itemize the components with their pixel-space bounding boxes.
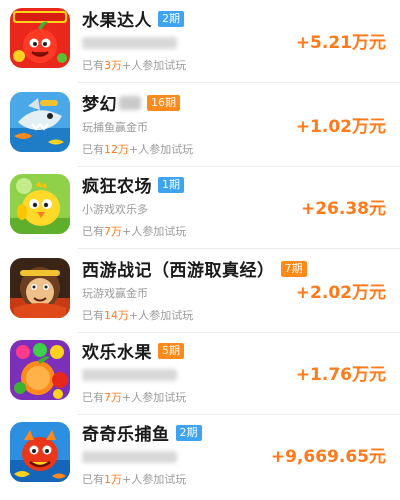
reward-amount: +2.02万元 [295,283,386,303]
game-list: 水果达人 2期 已有3万+人参加试玩 +5.21万元 梦幻 16期 玩捕鱼赢金币… [0,0,400,500]
blurred-subtitle [82,451,177,463]
reward-amount: +5.21万元 [295,33,386,53]
blurred-subtitle [82,37,177,49]
list-item[interactable]: 梦幻 16期 玩捕鱼赢金币 已有12万+人参加试玩 +1.02万元 [0,84,400,167]
game-title: 梦幻 [82,95,117,115]
period-badge: 16期 [147,94,180,111]
title-line: 梦幻 16期 [82,90,180,115]
game-subtitle: 小游戏欢乐多 [82,203,148,216]
players-count: 已有14万+人参加试玩 [82,309,194,322]
reward-amount: +1.02万元 [295,117,386,137]
list-item[interactable]: 奇奇乐捕鱼 2期 已有1万+人参加试玩 +9,669.65元 [0,414,400,496]
period-badge: 7期 [280,260,307,277]
list-item[interactable]: 西游战记（西游取真经） 7期 玩游戏赢金币 已有14万+人参加试玩 +2.02万… [0,250,400,333]
game-title: 西游战记（西游取真经） [82,261,275,281]
crazy-farm-chick-game-icon [10,174,70,234]
players-count: 已有12万+人参加试玩 [82,143,194,156]
journey-west-monkey-game-icon [10,258,70,318]
period-badge: 2期 [175,424,202,441]
period-badge: 2期 [158,10,184,27]
players-count: 已有7万+人参加试玩 [82,225,187,238]
qiqile-fishing-dragon-game-icon [10,422,70,482]
game-title: 奇奇乐捕鱼 [82,425,170,445]
game-subtitle: 玩游戏赢金币 [82,287,148,300]
title-line: 奇奇乐捕鱼 2期 [82,420,202,445]
list-item[interactable]: 水果达人 2期 已有3万+人参加试玩 +5.21万元 [0,0,400,83]
game-subtitle: 玩捕鱼赢金币 [82,121,148,134]
title-line: 欢乐水果 5期 [82,338,184,363]
title-line: 水果达人 2期 [82,6,184,31]
game-title: 水果达人 [82,11,152,31]
fishing-shark-game-icon [10,92,70,152]
blurred-title-text [119,95,141,110]
happy-fruit-game-icon [10,340,70,400]
reward-amount: +1.76万元 [295,365,386,385]
title-line: 疯狂农场 1期 [82,172,184,197]
game-title: 欢乐水果 [82,343,152,363]
period-badge: 1期 [158,176,184,193]
period-badge: 5期 [158,342,184,359]
divider [78,82,400,83]
list-item[interactable]: 疯狂农场 1期 小游戏欢乐多 已有7万+人参加试玩 +26.38元 [0,166,400,249]
divider [78,248,400,249]
list-item[interactable]: 欢乐水果 5期 已有7万+人参加试玩 +1.76万元 [0,332,400,415]
blurred-subtitle [82,369,177,381]
players-count: 已有3万+人参加试玩 [82,59,187,72]
reward-amount: +9,669.65元 [270,447,386,467]
reward-amount: +26.38元 [300,199,386,219]
game-title: 疯狂农场 [82,177,152,197]
players-count: 已有1万+人参加试玩 [82,473,187,486]
players-count: 已有7万+人参加试玩 [82,391,187,404]
fruit-master-game-icon [10,8,70,68]
title-line: 西游战记（西游取真经） 7期 [82,256,307,281]
